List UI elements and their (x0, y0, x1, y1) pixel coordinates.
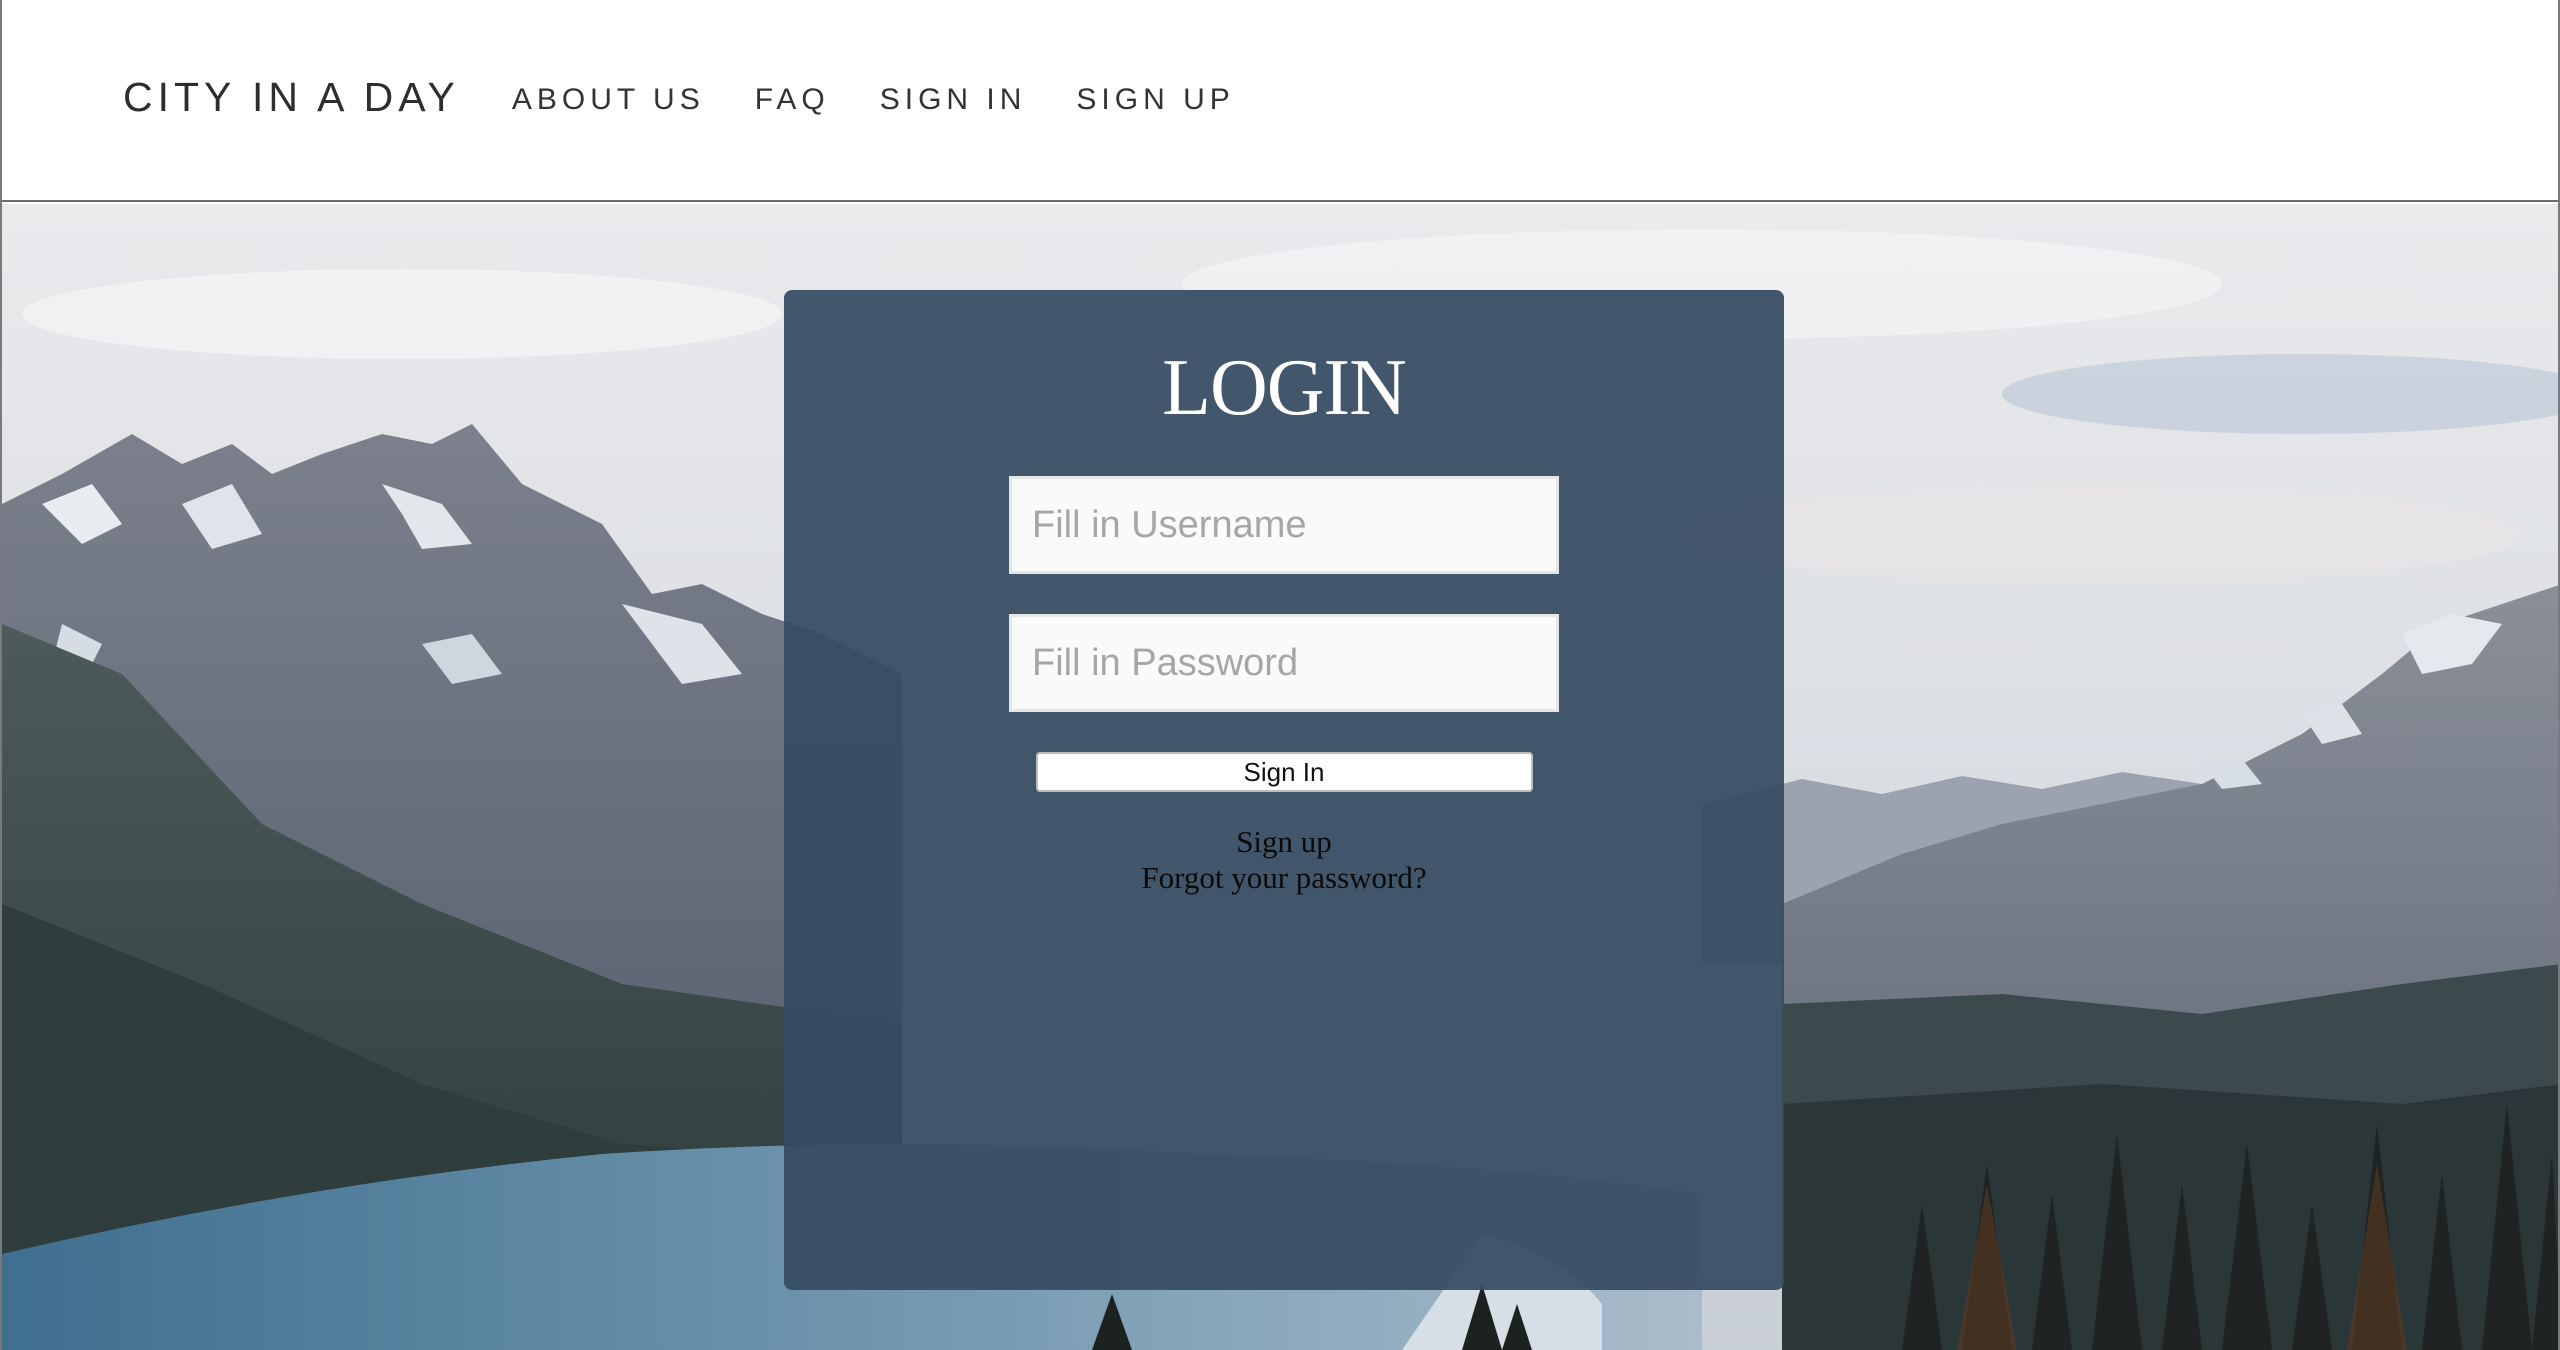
login-title: LOGIN (1162, 344, 1407, 432)
login-panel: LOGIN Sign In Sign up Forgot your passwo… (784, 290, 1784, 1290)
top-navbar: CITY IN A DAY ABOUT US FAQ SIGN IN SIGN … (2, 0, 2558, 202)
login-links: Sign up Forgot your password? (1141, 824, 1426, 896)
nav-link-sign-in[interactable]: SIGN IN (880, 83, 1027, 117)
forgot-password-link[interactable]: Forgot your password? (1141, 860, 1426, 896)
page: CITY IN A DAY ABOUT US FAQ SIGN IN SIGN … (0, 0, 2560, 1350)
nav-link-sign-up[interactable]: SIGN UP (1076, 83, 1234, 117)
password-input[interactable] (1009, 614, 1559, 712)
username-input[interactable] (1009, 476, 1559, 574)
nav-link-about-us[interactable]: ABOUT US (512, 83, 705, 117)
sign-up-link[interactable]: Sign up (1236, 824, 1332, 860)
brand-logo-link[interactable]: CITY IN A DAY (123, 74, 460, 121)
sign-in-button[interactable]: Sign In (1035, 752, 1533, 792)
nav-link-faq[interactable]: FAQ (755, 83, 830, 117)
